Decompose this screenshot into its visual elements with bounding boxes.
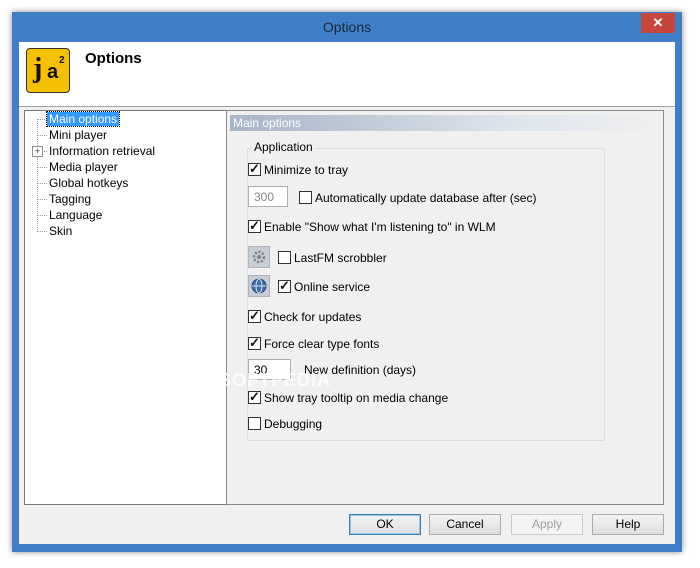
online-service-settings-button[interactable] <box>248 275 270 297</box>
lastfm-settings-button[interactable] <box>248 246 270 268</box>
checkbox-label: Minimize to tray <box>264 163 349 177</box>
app-logo-icon: j a 2 <box>26 48 70 93</box>
checkbox-box <box>248 218 261 234</box>
header-title: Options <box>85 50 142 67</box>
checkbox-label: Enable "Show what I'm listening to" in W… <box>264 220 496 234</box>
close-icon: ✕ <box>652 15 664 30</box>
tree-item-media-player[interactable]: Media player <box>47 160 120 174</box>
tree-item-language[interactable]: Language <box>47 208 104 222</box>
checkbox-label: Automatically update database after (sec… <box>315 191 537 205</box>
logo-letter-j: j <box>33 53 43 84</box>
checkbox-box <box>248 389 261 405</box>
tree-branch <box>37 231 47 232</box>
options-panel: Main options Application Minimize to tra… <box>226 110 664 505</box>
watermark: SOFTPEDIA <box>219 370 332 390</box>
tree-item-mini-player[interactable]: Mini player <box>47 128 109 142</box>
close-button[interactable]: ✕ <box>641 13 675 33</box>
logo-superscript: 2 <box>59 55 65 66</box>
group-label: Application <box>252 140 315 154</box>
tree-branch <box>37 135 47 136</box>
tree-branch <box>37 119 47 120</box>
dialog-header: j a 2 Options <box>19 42 675 107</box>
checkbox-box <box>248 335 261 351</box>
title-bar[interactable]: Options ✕ <box>12 12 682 42</box>
checkbox-label: Online service <box>294 280 371 294</box>
tree-item-skin[interactable]: Skin <box>47 224 74 238</box>
gear-icon <box>252 250 266 264</box>
update-interval-input[interactable]: 300 <box>248 186 288 207</box>
panel-header: Main options <box>230 115 660 131</box>
apply-button[interactable]: Apply <box>511 514 583 535</box>
checkbox-label: Check for updates <box>264 310 362 324</box>
checkbox-box <box>299 191 312 204</box>
tree-item-information-retrieval[interactable]: Information retrieval <box>47 144 157 158</box>
checkbox-box <box>248 161 261 177</box>
checkbox-label: Debugging <box>264 417 323 431</box>
tree-branch <box>37 215 47 216</box>
checkbox-label: Show tray tooltip on media change <box>264 391 449 405</box>
tree-item-global-hotkeys[interactable]: Global hotkeys <box>47 176 130 190</box>
options-window: Options ✕ j a 2 Options + Main options M… <box>12 12 682 552</box>
checkbox-label: Force clear type fonts <box>264 337 380 351</box>
checkbox-label: LastFM scrobbler <box>294 251 387 265</box>
help-button[interactable]: Help <box>592 514 664 535</box>
expand-icon[interactable]: + <box>32 146 43 157</box>
checkbox-box <box>248 308 261 324</box>
tree-branch <box>37 167 47 168</box>
dialog-client: j a 2 Options + Main options Mini player… <box>19 42 675 544</box>
checkbox-box <box>278 251 291 264</box>
window-title: Options <box>322 19 372 35</box>
tree-branch <box>37 183 47 184</box>
cancel-button[interactable]: Cancel <box>429 514 501 535</box>
checkbox-box <box>278 278 291 294</box>
checkbox-box <box>248 417 261 430</box>
globe-icon <box>251 278 267 294</box>
ok-button[interactable]: OK <box>349 514 421 535</box>
tree-item-tagging[interactable]: Tagging <box>47 192 93 206</box>
logo-letter-a: a <box>47 61 59 83</box>
tree-item-main-options[interactable]: Main options <box>45 111 121 127</box>
options-tree[interactable]: + Main options Mini player Information r… <box>24 110 228 505</box>
tree-branch <box>37 199 47 200</box>
